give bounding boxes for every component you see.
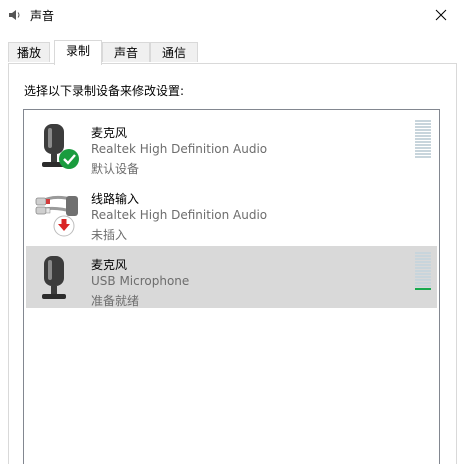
microphone-icon <box>42 256 66 299</box>
level-meter <box>415 120 431 160</box>
window-title: 声音 <box>30 9 55 23</box>
close-button[interactable] <box>419 0 465 30</box>
speaker-icon <box>9 10 20 20</box>
device-name: 线路输入 <box>91 192 140 206</box>
device-status: 未插入 <box>91 228 128 242</box>
device-row-microphone-realtek[interactable]: 麦克风 Realtek High Definition Audio 默认设备 <box>26 114 437 176</box>
tab-recording[interactable]: 录制 <box>54 40 102 65</box>
device-list[interactable]: 麦克风 Realtek High Definition Audio 默认设备 线… <box>23 109 440 464</box>
tab-playback[interactable]: 播放 <box>8 42 50 62</box>
tab-sounds[interactable]: 声音 <box>102 42 150 62</box>
title-bar: 声音 <box>0 0 465 30</box>
device-description: USB Microphone <box>91 274 190 288</box>
device-row-line-in[interactable]: 线路输入 Realtek High Definition Audio 未插入 <box>26 180 437 242</box>
instruction-text: 选择以下录制设备来修改设置: <box>24 84 185 98</box>
line-in-cable-icon <box>35 195 78 237</box>
device-status: 准备就绪 <box>91 294 140 308</box>
close-icon <box>435 9 447 21</box>
unplugged-arrow-icon <box>53 215 75 237</box>
device-description: Realtek High Definition Audio <box>91 208 268 222</box>
device-name: 麦克风 <box>91 258 128 272</box>
device-name: 麦克风 <box>91 126 128 140</box>
default-check-icon <box>59 149 79 169</box>
device-description: Realtek High Definition Audio <box>91 142 268 156</box>
level-meter <box>415 252 431 292</box>
device-status: 默认设备 <box>91 162 140 176</box>
microphone-icon <box>42 124 79 169</box>
tab-communications[interactable]: 通信 <box>150 42 198 62</box>
device-row-microphone-usb[interactable]: 麦克风 USB Microphone 准备就绪 <box>26 246 437 308</box>
